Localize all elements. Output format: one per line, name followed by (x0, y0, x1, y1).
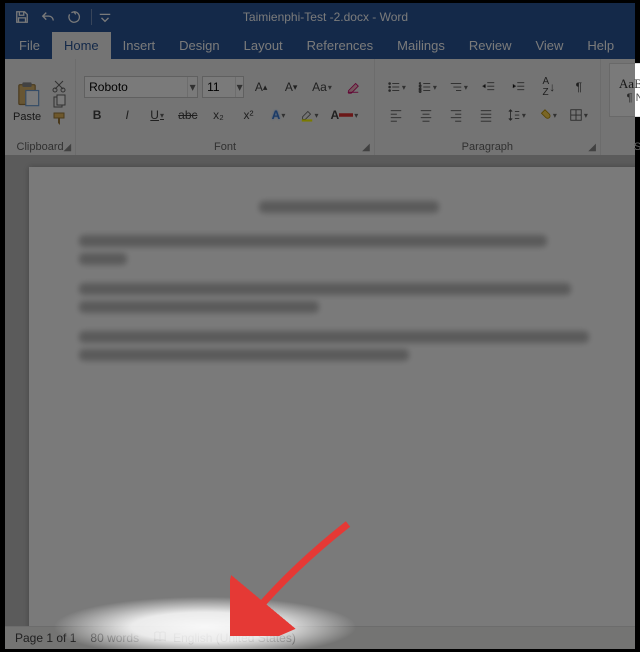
copy-button[interactable] (51, 94, 67, 108)
group-paragraph: ▾ 123▾ ▾ AZ↓ ¶ (375, 59, 601, 155)
style-gallery[interactable]: AaBbCcDc ¶ Normal (609, 63, 640, 117)
underline-button[interactable]: U▾ (144, 104, 170, 126)
clear-formatting-button[interactable] (340, 76, 366, 98)
shrink-font-button[interactable]: A▾ (278, 76, 304, 98)
align-right-button[interactable] (443, 104, 469, 126)
save-button[interactable] (11, 6, 33, 28)
grow-font-button[interactable]: A▴ (248, 76, 274, 98)
align-center-button[interactable] (413, 104, 439, 126)
undo-button[interactable] (37, 6, 59, 28)
tab-file[interactable]: File (7, 32, 52, 59)
tab-insert[interactable]: Insert (111, 32, 168, 59)
font-color-button[interactable]: A▾ (327, 104, 363, 126)
paragraph-dialog-launcher[interactable]: ◢ (588, 142, 596, 153)
book-icon (153, 630, 167, 647)
chevron-down-icon[interactable]: ▾ (235, 77, 243, 97)
svg-text:3: 3 (419, 88, 422, 93)
customize-qat-button[interactable] (98, 6, 112, 28)
font-dialog-launcher[interactable]: ◢ (362, 142, 370, 153)
group-clipboard: Paste Clipboard◢ (5, 59, 76, 155)
group-label-styles: Styles◢ (609, 139, 640, 153)
status-language[interactable]: English (United States) (153, 630, 296, 647)
paste-label: Paste (13, 111, 41, 123)
justify-button[interactable] (473, 104, 499, 126)
font-size-input[interactable] (203, 80, 235, 94)
tab-references[interactable]: References (295, 32, 385, 59)
tab-design[interactable]: Design (167, 32, 231, 59)
cut-button[interactable] (51, 77, 67, 91)
chevron-down-icon[interactable]: ▾ (187, 77, 197, 97)
sort-button[interactable]: AZ↓ (536, 76, 562, 98)
numbering-button[interactable]: 123▾ (414, 76, 441, 98)
font-name-combo[interactable]: ▾ (84, 76, 198, 98)
font-name-input[interactable] (85, 80, 187, 94)
increase-indent-button[interactable] (506, 76, 532, 98)
highlight-color-button[interactable]: ▾ (296, 104, 323, 126)
ribbon-tabs: File Home Insert Design Layout Reference… (5, 31, 635, 59)
italic-button[interactable]: I (114, 104, 140, 126)
format-painter-button[interactable] (51, 111, 67, 125)
tab-mailings[interactable]: Mailings (385, 32, 457, 59)
borders-button[interactable]: ▾ (565, 104, 592, 126)
document-area[interactable] (5, 155, 635, 627)
redo-button[interactable] (63, 6, 85, 28)
superscript-button[interactable]: x² (236, 104, 262, 126)
status-word-count[interactable]: 80 words (90, 631, 139, 645)
ribbon-home: Paste Clipboard◢ (5, 59, 635, 156)
title-bar: Taimienphi-Test -2.docx - Word (5, 3, 635, 31)
tab-layout[interactable]: Layout (232, 32, 295, 59)
tab-home[interactable]: Home (52, 32, 111, 59)
line-spacing-button[interactable]: ▾ (503, 104, 530, 126)
font-size-combo[interactable]: ▾ (202, 76, 244, 98)
group-label-paragraph: Paragraph◢ (383, 139, 592, 153)
tab-review[interactable]: Review (457, 32, 524, 59)
style-name: ¶ Normal (627, 92, 640, 104)
clipboard-dialog-launcher[interactable]: ◢ (63, 142, 71, 153)
group-label-clipboard: Clipboard◢ (13, 139, 67, 153)
tab-view[interactable]: View (523, 32, 575, 59)
group-styles: AaBbCcDc ¶ Normal Styles◢ (601, 59, 640, 155)
strikethrough-button[interactable]: abc (174, 104, 201, 126)
window-title: Taimienphi-Test -2.docx - Word (112, 10, 539, 24)
multilevel-list-button[interactable]: ▾ (445, 76, 472, 98)
show-marks-button[interactable]: ¶ (566, 76, 592, 98)
tab-help[interactable]: Help (575, 32, 626, 59)
subscript-button[interactable]: x₂ (206, 104, 232, 126)
style-sample: AaBbCcDc (619, 76, 640, 92)
status-language-label: English (United States) (173, 631, 296, 645)
status-bar: Page 1 of 1 80 words English (United Sta… (5, 626, 635, 649)
status-page[interactable]: Page 1 of 1 (15, 631, 76, 645)
paste-button[interactable]: Paste (13, 79, 41, 123)
bullets-button[interactable]: ▾ (383, 76, 410, 98)
group-label-font: Font◢ (84, 139, 366, 153)
text-effects-button[interactable]: A▾ (266, 104, 292, 126)
document-page[interactable] (29, 167, 635, 627)
bold-button[interactable]: B (84, 104, 110, 126)
decrease-indent-button[interactable] (476, 76, 502, 98)
separator (91, 9, 92, 25)
align-left-button[interactable] (383, 104, 409, 126)
quick-access-toolbar (11, 6, 112, 28)
group-font: ▾ ▾ A▴ A▾ Aa▾ B (76, 59, 375, 155)
shading-button[interactable]: ▾ (534, 104, 561, 126)
change-case-button[interactable]: Aa▾ (308, 76, 336, 98)
